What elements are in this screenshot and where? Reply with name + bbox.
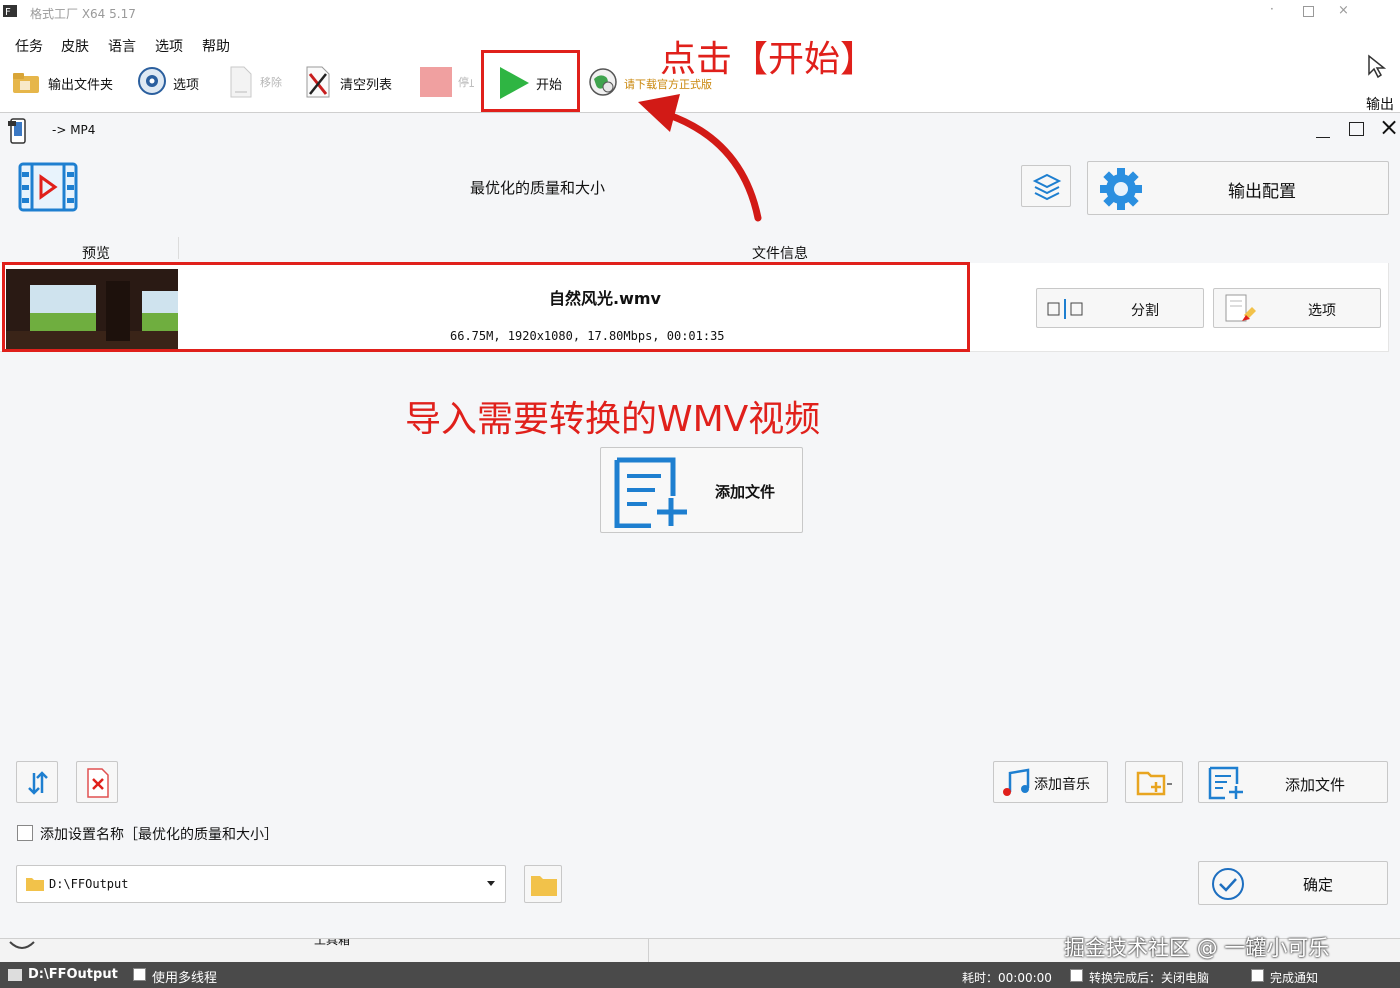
clear-list-button[interactable]: 清空列表 [302, 64, 412, 100]
options-disc-icon [137, 66, 167, 96]
music-icon [1000, 768, 1032, 798]
add-file-center-button[interactable]: 添加文件 [600, 447, 803, 533]
window-title: 格式工厂 X64 5.17 [30, 7, 136, 21]
gear-icon [1098, 166, 1144, 212]
stop-label: 停止 [458, 76, 474, 89]
after-convert-checkbox[interactable] [1070, 969, 1083, 982]
col-preview-header: 预览 [82, 246, 110, 262]
notify-checkbox[interactable] [1251, 969, 1264, 982]
side-output-label: 输出 [1366, 97, 1394, 113]
dialog-close-icon[interactable]: × [1379, 115, 1399, 139]
options-button[interactable]: 选项 [137, 64, 212, 100]
add-music-label: 添加音乐 [1034, 777, 1090, 793]
clear-list-icon [304, 66, 332, 98]
layers-icon [1032, 172, 1062, 202]
annotation-import-wmv: 导入需要转换的WMV视频 [405, 399, 821, 440]
app-icon: F [2, 3, 18, 19]
output-config-label: 输出配置 [1228, 182, 1296, 202]
output-folder-label: 输出文件夹 [48, 78, 114, 93]
annotation-arrow-icon [630, 88, 770, 223]
convert-dialog: -> MP4 × 最优化的质量和大小 输出配置 预览 文件信息 自然风光.wmv… [0, 112, 1400, 939]
file-options-icon [1224, 293, 1260, 325]
cursor-icon [1366, 54, 1392, 80]
multithread-checkbox[interactable] [133, 968, 146, 981]
status-path: D:\FFOutput [28, 967, 118, 982]
add-folder-icon [1136, 770, 1174, 796]
video-format-icon [18, 161, 78, 213]
title-bar: F 格式工厂 X64 5.17 · × [0, 0, 1365, 26]
multithread-label: 使用多线程 [152, 971, 218, 986]
menu-task[interactable]: 任务 [15, 36, 43, 56]
menu-help[interactable]: 帮助 [202, 36, 230, 56]
output-path-select[interactable]: D:\FFOutput [16, 865, 506, 903]
phone-icon [6, 117, 30, 145]
strip-divider [648, 939, 649, 963]
browse-folder-icon [530, 873, 558, 897]
maximize-icon[interactable] [1303, 6, 1314, 17]
stop-button[interactable]: 停止 [420, 64, 478, 100]
start-highlight-box [481, 50, 580, 112]
toolbox-tab[interactable]: 工具箱 [300, 939, 380, 947]
col-fileinfo-header: 文件信息 [752, 246, 808, 262]
svg-text:F: F [5, 7, 11, 18]
check-circle-icon [1211, 867, 1245, 901]
layers-button[interactable] [1021, 165, 1071, 207]
add-file-button[interactable]: 添加文件 [1198, 761, 1388, 803]
stop-icon [420, 67, 452, 97]
add-file-icon [611, 456, 691, 529]
add-file-center-label: 添加文件 [715, 483, 776, 501]
split-icon [1047, 299, 1083, 319]
split-button[interactable]: 分割 [1036, 288, 1204, 328]
output-folder-button[interactable]: 输出文件夹 [10, 66, 130, 98]
minimize-icon[interactable]: · [1270, 2, 1274, 16]
clear-list-label: 清空列表 [340, 78, 393, 93]
add-file-label: 添加文件 [1285, 776, 1346, 794]
notify-label: 完成通知 [1270, 971, 1319, 985]
status-bar: D:\FFOutput 使用多线程 耗时：00:00:00 转换完成后：关闭电脑… [0, 962, 1400, 988]
add-file-small-icon [1207, 766, 1247, 800]
elapsed-time: 耗时：00:00:00 [962, 971, 1052, 985]
annotation-click-start: 点击【开始】 [660, 39, 877, 80]
folder-icon [12, 72, 40, 94]
split-label: 分割 [1131, 303, 1159, 319]
output-config-button[interactable]: 输出配置 [1087, 161, 1389, 215]
file-options-button[interactable]: 选项 [1213, 288, 1381, 328]
add-setting-name-label: 添加设置名称［最优化的质量和大小］ [40, 827, 278, 843]
menu-language[interactable]: 语言 [108, 36, 136, 56]
close-icon[interactable]: × [1338, 3, 1349, 18]
menu-options[interactable]: 选项 [155, 36, 183, 56]
browse-folder-button[interactable] [524, 865, 562, 903]
ok-button[interactable]: 确定 [1198, 861, 1388, 905]
remove-file-icon [85, 768, 111, 798]
remove-button[interactable]: 移除 [226, 64, 296, 100]
watermark: 掘金技术社区 @ 一罐小可乐 [1064, 936, 1330, 960]
col-divider [178, 237, 179, 259]
file-row-highlight-box [2, 262, 970, 352]
sort-button[interactable] [16, 761, 58, 803]
add-folder-button[interactable] [1125, 761, 1183, 803]
add-music-button[interactable]: 添加音乐 [993, 761, 1108, 803]
format-label: -> MP4 [52, 123, 96, 137]
path-folder-icon [25, 876, 45, 892]
document-icon [228, 66, 254, 98]
profile-label: 最优化的质量和大小 [470, 179, 606, 197]
after-convert-label: 转换完成后：关闭电脑 [1089, 971, 1210, 985]
sort-icon [25, 770, 51, 796]
dialog-maximize-icon[interactable] [1349, 122, 1364, 136]
remove-file-button[interactable] [76, 761, 118, 803]
output-path-value: D:\FFOutput [49, 877, 129, 891]
toolbox-tab-label: 工具箱 [314, 939, 351, 947]
globe-icon [588, 67, 618, 97]
options-label: 选项 [173, 78, 200, 93]
toolbox-icon [8, 939, 36, 953]
status-folder-icon [8, 969, 22, 981]
dialog-minimize-icon[interactable] [1316, 121, 1330, 138]
add-setting-name-checkbox[interactable] [17, 825, 33, 841]
menu-skin[interactable]: 皮肤 [61, 36, 89, 56]
file-options-label: 选项 [1308, 303, 1336, 319]
chevron-down-icon [487, 881, 495, 886]
remove-label: 移除 [260, 76, 282, 89]
ok-label: 确定 [1303, 876, 1334, 894]
